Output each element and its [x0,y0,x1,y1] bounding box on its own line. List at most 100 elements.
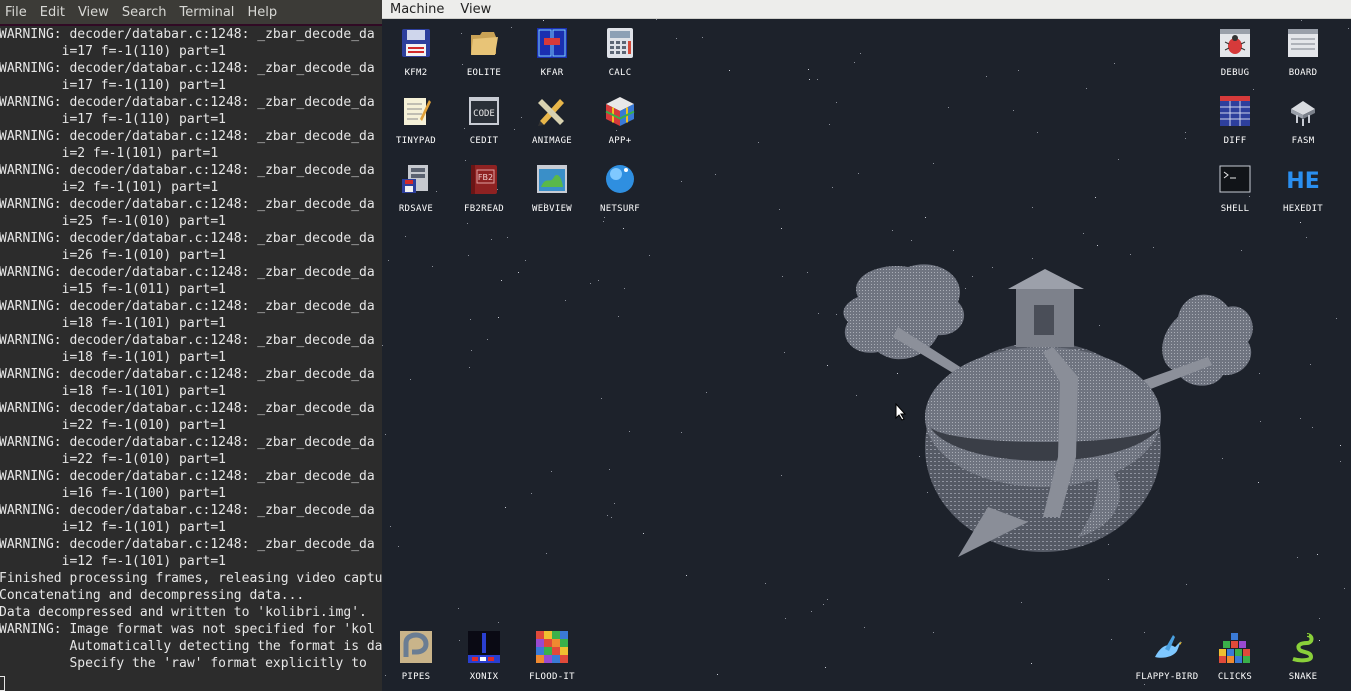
desktop-icon-cedit[interactable]: CODE CEDIT [452,87,516,151]
terminal-output[interactable]: WARNING: decoder/databar.c:1248: _zbar_d… [0,26,382,691]
desktop-icon-shell[interactable]: SHELL [1203,155,1267,219]
calculator-icon [604,27,636,59]
star-dot [1097,245,1098,246]
desktop-icon-board[interactable]: BOARD [1271,19,1335,83]
star-dot [385,434,386,435]
terminal-line: i=17 f=-1(110) part=1 [0,78,226,93]
star-dot [817,79,818,80]
kolibri-desktop[interactable]: KFM2 EOLITE KFAR CALC TINYPAD CODE CEDIT… [382,19,1351,691]
desktop-icon-fasm[interactable]: FASM [1271,87,1335,151]
star-dot [643,533,644,534]
star-dot [702,37,703,38]
terminal-line: i=17 f=-1(110) part=1 [0,44,226,59]
star-dot [1336,318,1337,319]
desktop-icon-app-plus[interactable]: APP+ [588,87,652,151]
desktop-icon-animage[interactable]: ANIMAGE [520,87,584,151]
vm-menubar: Machine View [382,0,1351,19]
star-dot [933,163,934,164]
star-dot [382,345,383,346]
terminal-line: WARNING: decoder/databar.c:1248: _zbar_d… [0,401,375,416]
shell-terminal-icon [1219,163,1251,195]
star-dot [765,583,766,584]
svg-text:FB2: FB2 [478,173,493,182]
vm-window[interactable]: Machine View KFM2 EOLITE KFAR CALC TINYP… [382,0,1351,691]
pipes-game-icon [400,631,432,663]
terminal-line: i=16 f=-1(100) part=1 [0,486,226,501]
star-dot [1032,207,1033,208]
desktop-icon-netsurf[interactable]: NETSURF [588,155,652,219]
desktop-icon-snake[interactable]: SNAKE [1271,623,1335,687]
star-dot [601,398,602,399]
menu-search[interactable]: Search [122,5,167,20]
fb2-book-icon: FB2 [468,163,500,195]
star-dot [390,526,391,527]
terminal-line: WARNING: decoder/databar.c:1248: _zbar_d… [0,299,375,314]
terminal-window[interactable]: File Edit View Search Terminal Help WARN… [0,0,382,691]
terminal-line: i=22 f=-1(010) part=1 [0,452,226,467]
terminal-line: WARNING: decoder/databar.c:1248: _zbar_d… [0,469,375,484]
icon-label-snake: SNAKE [1288,672,1318,682]
star-dot [618,316,619,317]
star-dot [706,392,707,393]
star-dot [717,674,718,675]
star-dot [827,599,828,600]
star-dot [811,611,812,612]
desktop-icon-pipes[interactable]: PIPES [384,623,448,687]
rubik-cube-icon [604,95,636,127]
star-dot [860,53,861,54]
menu-view[interactable]: View [78,5,109,20]
globe-icon [604,163,636,195]
terminal-menubar: File Edit View Search Terminal Help [0,0,382,24]
star-dot [858,173,859,174]
desktop-icon-rdsave[interactable]: RDSAVE [384,155,448,219]
desktop-icon-eolite[interactable]: EOLITE [452,19,516,83]
menu-edit[interactable]: Edit [40,5,65,20]
menu-vm-view[interactable]: View [460,2,491,17]
desktop-icon-diff[interactable]: DIFF [1203,87,1267,151]
star-dot [686,575,687,576]
desktop-icon-hexedit[interactable]: HE HEXEDIT [1271,155,1335,219]
star-dot [432,266,433,267]
star-dot [469,367,470,368]
star-dot [1095,197,1096,198]
terminal-line: WARNING: Image format was not specified … [0,622,375,637]
icon-label-netsurf: NETSURF [599,204,641,214]
star-dot [1108,579,1109,580]
terminal-line: i=2 f=-1(101) part=1 [0,180,219,195]
desktop-icon-fb2read[interactable]: FB2 FB2READ [452,155,516,219]
star-dot [1185,132,1186,133]
menu-terminal[interactable]: Terminal [179,5,234,20]
star-dot [467,223,468,224]
desktop-icon-kfm2[interactable]: KFM2 [384,19,448,83]
desktop-icon-calc[interactable]: CALC [588,19,652,83]
star-dot [1340,461,1341,462]
desktop-icon-tinypad[interactable]: TINYPAD [384,87,448,151]
star-dot [836,102,837,103]
star-dot [1118,159,1119,160]
star-dot [1186,584,1187,585]
desktop-icon-kfar[interactable]: KFAR [520,19,584,83]
desktop-icon-debug[interactable]: DEBUG [1203,19,1267,83]
menu-file[interactable]: File [5,5,27,20]
desktop-icon-webview[interactable]: WEBVIEW [520,155,584,219]
star-dot [911,240,912,241]
menu-machine[interactable]: Machine [390,2,444,17]
star-dot [953,250,954,251]
terminal-line: WARNING: decoder/databar.c:1248: _zbar_d… [0,503,375,518]
clicks-blocks-icon [1219,631,1251,663]
menu-help[interactable]: Help [247,5,277,20]
svg-text:CODE: CODE [473,109,495,119]
star-dot [1317,554,1318,555]
desktop-icon-clicks[interactable]: CLICKS [1203,623,1267,687]
terminal-line: WARNING: decoder/databar.c:1248: _zbar_d… [0,61,375,76]
star-dot [832,187,833,188]
star-dot [1021,602,1022,603]
kfar-panels-icon [536,27,568,59]
star-dot [1241,250,1242,251]
desktop-icon-xonix[interactable]: XONIX [452,623,516,687]
desktop-icon-flood-it[interactable]: FLOOD-IT [520,623,584,687]
star-dot [948,107,949,108]
desktop-icon-flappy-bird[interactable]: FLAPPY-BIRD [1135,623,1199,687]
diff-grid-icon [1219,95,1251,127]
star-dot [565,300,566,301]
